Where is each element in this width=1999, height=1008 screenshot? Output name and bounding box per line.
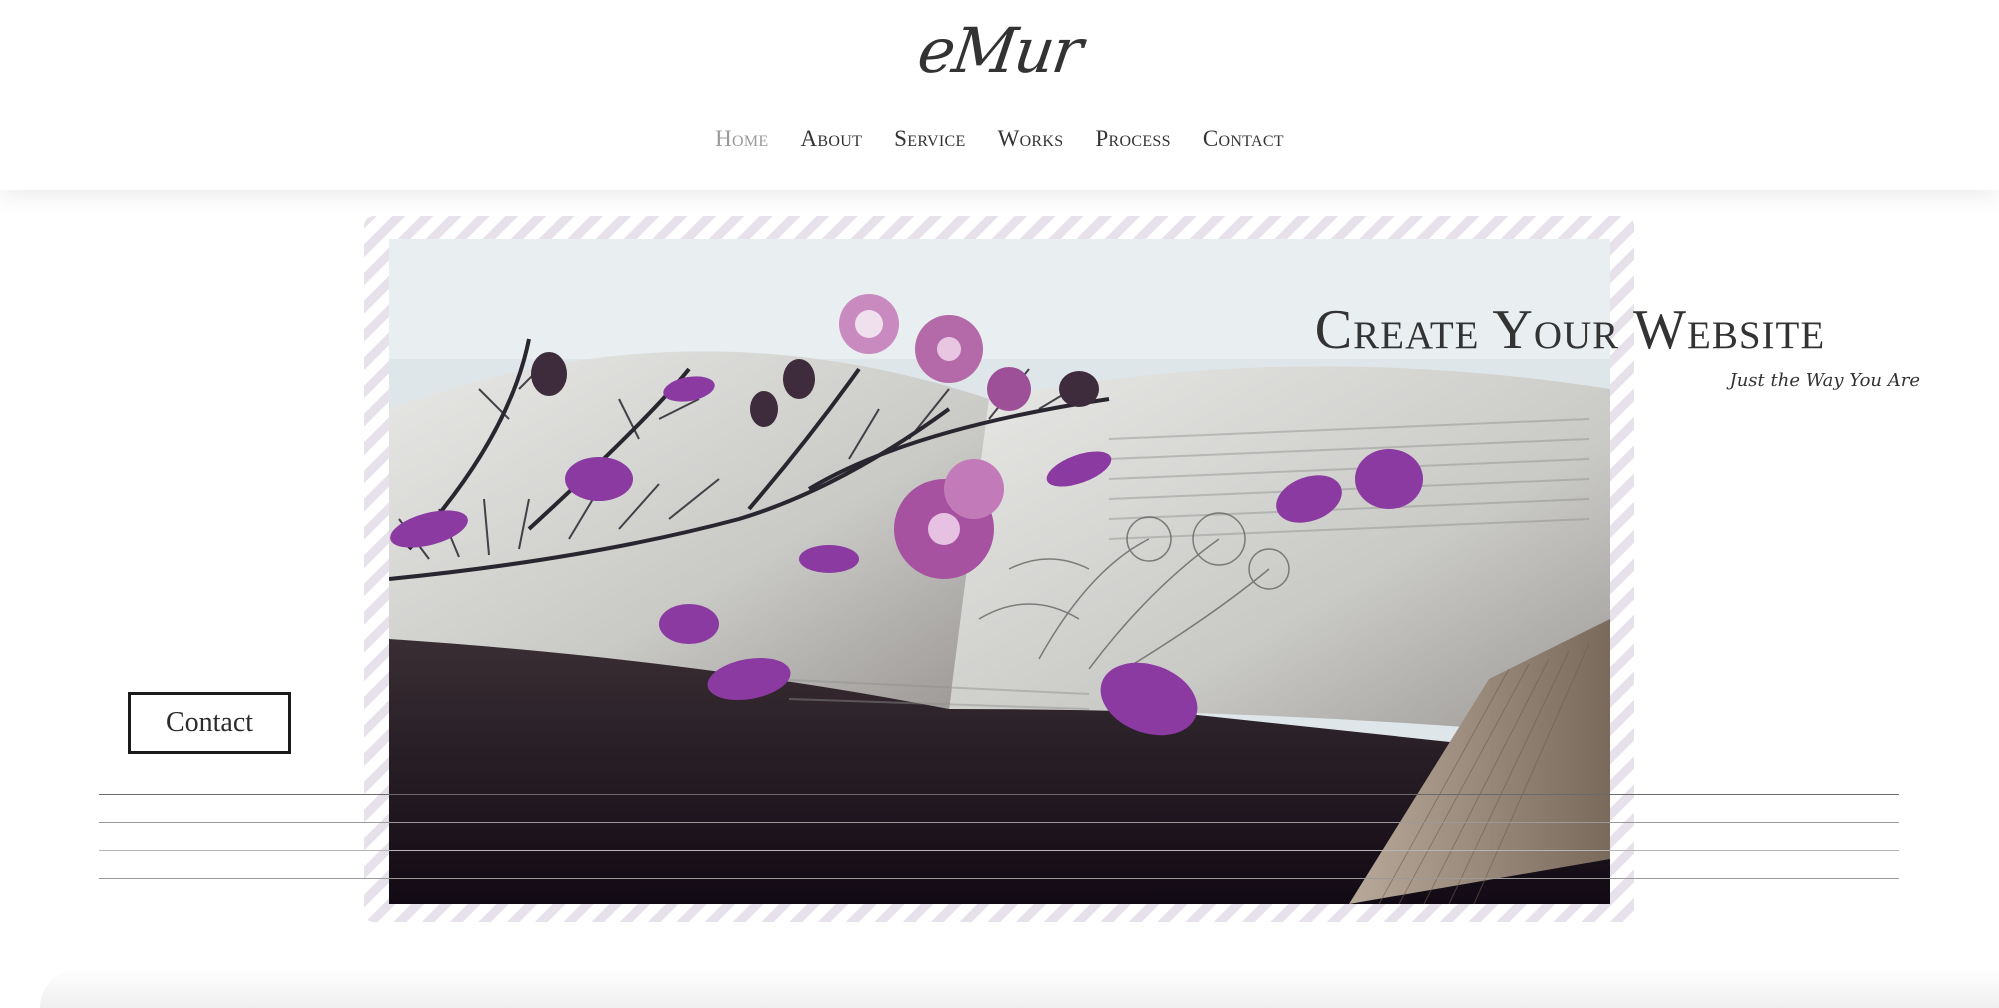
main-nav: Home About Service Works Process Contact <box>0 126 1999 152</box>
nav-item-home[interactable]: Home <box>715 126 768 152</box>
contact-button[interactable]: Contact <box>128 692 291 754</box>
hero-section: Create Your Website Just the Way You Are… <box>0 190 1999 1008</box>
hero-subtitle: Just the Way You Are <box>1729 370 1921 391</box>
section-divider <box>40 968 1999 1008</box>
decorative-line <box>99 794 1899 795</box>
nav-item-about[interactable]: About <box>801 126 863 152</box>
nav-item-process[interactable]: Process <box>1095 126 1170 152</box>
decorative-line <box>99 822 1899 823</box>
nav-item-service[interactable]: Service <box>894 126 965 152</box>
site-logo[interactable]: eMur <box>0 14 1999 87</box>
nav-item-contact[interactable]: Contact <box>1203 126 1284 152</box>
nav-item-works[interactable]: Works <box>998 126 1064 152</box>
site-header: eMur Home About Service Works Process Co… <box>0 0 1999 190</box>
decorative-line <box>99 878 1899 879</box>
hero-title: Create Your Website <box>1314 299 1826 361</box>
decorative-line <box>99 850 1899 851</box>
